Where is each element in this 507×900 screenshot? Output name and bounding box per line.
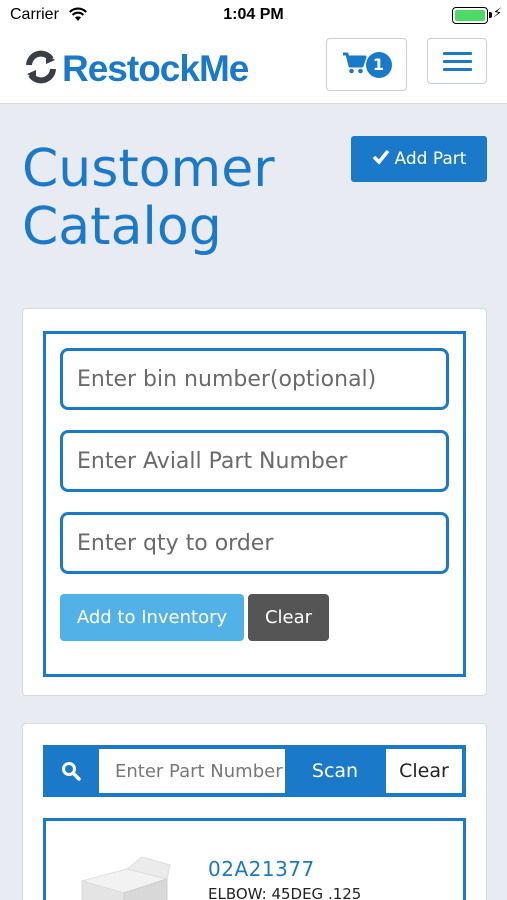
logo-text: RestockMe [62,48,249,89]
search-icon[interactable] [43,745,99,797]
cart-count-badge: 1 [365,51,392,78]
app-header: RestockMe 1 [0,30,507,104]
search-input[interactable] [99,749,285,793]
inventory-card: Add to Inventory Clear [22,308,487,696]
search-bar: Scan Clear [43,745,466,797]
hamburger-icon [443,52,472,55]
part-number-input[interactable] [60,430,449,492]
battery-icon [452,7,492,24]
scan-button[interactable]: Scan [285,745,385,797]
part-number[interactable]: 02A21377 [208,857,315,881]
add-part-button[interactable]: Add Part [351,136,487,182]
part-image [72,851,172,900]
bin-number-input[interactable] [60,348,449,410]
cart-icon [342,51,368,79]
check-icon [372,149,390,170]
list-item[interactable]: 02A21377 ELBOW: 45DEG .125 [43,818,466,900]
inventory-form: Add to Inventory Clear [43,331,466,677]
add-to-inventory-button[interactable]: Add to Inventory [60,594,244,641]
status-bar: Carrier 1:04 PM ⚡ [0,0,507,30]
menu-button[interactable] [427,38,487,84]
refresh-logo-icon [24,50,58,88]
restockme-logo[interactable]: RestockMe [24,48,249,89]
catalog-search-card: Scan Clear 02A21377 ELBOW: 45DEG .125 [22,723,487,900]
page-title: Customer Catalog [22,139,275,257]
clear-form-button[interactable]: Clear [248,594,329,641]
charging-icon: ⚡ [493,6,503,21]
add-part-label: Add Part [394,149,467,169]
part-description: ELBOW: 45DEG .125 [208,885,362,900]
qty-input[interactable] [60,512,449,574]
clock-time: 1:04 PM [223,6,284,23]
cart-button[interactable]: 1 [326,38,407,91]
search-clear-button[interactable]: Clear [386,749,462,793]
